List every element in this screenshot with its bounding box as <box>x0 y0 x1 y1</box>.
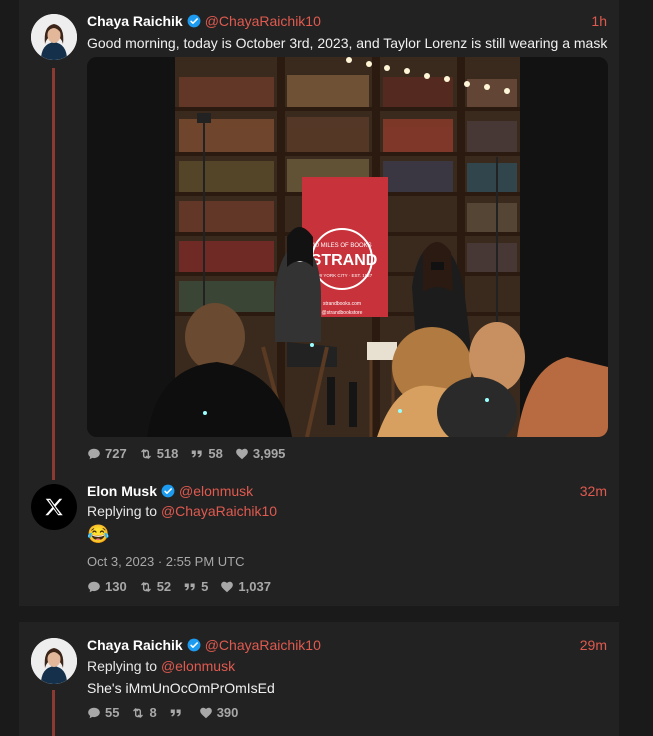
like-count[interactable]: 390 <box>199 705 239 720</box>
tweet-date[interactable]: Oct 3, 2023 · 2:55 PM UTC <box>87 554 245 569</box>
retweet-count-value: 518 <box>156 446 179 461</box>
like-count-value: 1,037 <box>238 579 271 594</box>
retweet-icon <box>131 706 145 720</box>
avatar[interactable] <box>31 484 77 530</box>
quote-icon <box>190 447 204 461</box>
tweet-text: Good morning, today is October 3rd, 2023… <box>87 35 608 51</box>
tweet-text: She's iMmUnOcOmPrOmIsEd <box>87 680 275 696</box>
bookstore-event-photo: 10 MILES OF BOOKS STRAND NEW YORK CITY ·… <box>87 57 608 437</box>
tweet-stats: 727 518 58 3,995 <box>87 446 285 461</box>
retweet-icon <box>139 580 153 594</box>
banner-sub-text: NEW YORK CITY · EST. 1927 <box>312 273 373 278</box>
like-icon <box>199 706 213 720</box>
tweet-time[interactable]: 29m <box>580 637 607 653</box>
user-handle[interactable]: @elonmusk <box>179 483 253 499</box>
quote-icon <box>183 580 197 594</box>
avatar[interactable] <box>31 14 77 60</box>
quote-count-value: 58 <box>208 446 223 461</box>
quote-count-value: 5 <box>201 579 209 594</box>
reply-count-value: 130 <box>105 579 127 594</box>
reply-icon <box>87 706 101 720</box>
thread-card: Chaya Raichik @ChayaRaichik10 1h Good mo… <box>19 0 619 606</box>
reply-icon <box>87 580 101 594</box>
tweet-elon-reply[interactable]: Elon Musk @elonmusk 32m Replying to @Cha… <box>19 470 619 606</box>
replying-label: Replying to <box>87 503 158 519</box>
like-icon <box>235 447 249 461</box>
retweet-count[interactable]: 518 <box>139 446 179 461</box>
tweet-text: 😂 <box>87 524 110 544</box>
display-name[interactable]: Elon Musk <box>87 483 157 499</box>
retweet-count-value: 52 <box>156 579 172 594</box>
tweet-chaya-reply[interactable]: Chaya Raichik @ChayaRaichik10 29m Replyi… <box>19 622 619 736</box>
like-count-value: 3,995 <box>252 446 286 461</box>
tweet-header: Chaya Raichik @ChayaRaichik10 29m <box>87 636 607 654</box>
retweet-count[interactable]: 8 <box>131 705 157 720</box>
reply-count[interactable]: 727 <box>87 446 127 461</box>
replying-to-handle[interactable]: @ChayaRaichik10 <box>161 503 277 519</box>
replying-to-handle[interactable]: @elonmusk <box>161 658 235 674</box>
banner-handle-text: @strandbookstore <box>322 310 363 316</box>
display-name[interactable]: Chaya Raichik <box>87 637 183 653</box>
reply-count-value: 55 <box>105 705 120 720</box>
banner-top-text: 10 MILES OF BOOKS <box>312 243 371 249</box>
like-count[interactable]: 1,037 <box>220 579 271 594</box>
tweet-header: Elon Musk @elonmusk 32m <box>87 482 607 500</box>
user-handle[interactable]: @ChayaRaichik10 <box>205 637 321 653</box>
replying-to: Replying to @elonmusk <box>87 658 607 674</box>
verified-badge-icon <box>187 638 201 652</box>
tweet-header: Chaya Raichik @ChayaRaichik10 1h <box>87 12 607 30</box>
reply-count[interactable]: 130 <box>87 579 127 594</box>
reply-icon <box>87 447 101 461</box>
x-logo-icon <box>45 498 63 516</box>
tweet-stats: 130 52 5 1,037 <box>87 579 271 594</box>
like-count-value: 390 <box>216 705 239 720</box>
verified-badge-icon <box>161 484 175 498</box>
quote-count[interactable]: 5 <box>183 579 208 594</box>
thread-line <box>52 68 55 480</box>
avatar[interactable] <box>31 638 77 684</box>
retweet-count-value: 8 <box>149 705 157 720</box>
reply-count[interactable]: 55 <box>87 705 119 720</box>
tweet-time[interactable]: 32m <box>580 483 607 499</box>
tweet-time[interactable]: 1h <box>591 13 607 29</box>
tweet-photo[interactable]: 10 MILES OF BOOKS STRAND NEW YORK CITY ·… <box>87 57 608 437</box>
thread-line <box>52 690 55 736</box>
replying-label: Replying to <box>87 658 158 674</box>
banner-brand-text: STRAND <box>311 252 378 269</box>
verified-badge-icon <box>187 14 201 28</box>
banner-url-text: strandbooks.com <box>323 301 361 307</box>
user-handle[interactable]: @ChayaRaichik10 <box>205 13 321 29</box>
like-icon <box>220 580 234 594</box>
reply-count-value: 727 <box>105 446 127 461</box>
like-count[interactable]: 3,995 <box>235 446 286 461</box>
replying-to: Replying to @ChayaRaichik10 <box>87 503 607 519</box>
retweet-count[interactable]: 52 <box>139 579 171 594</box>
quote-count[interactable] <box>169 706 187 720</box>
quote-icon <box>169 706 183 720</box>
tweet-stats: 55 8 390 <box>87 705 238 720</box>
retweet-icon <box>139 447 153 461</box>
quote-count[interactable]: 58 <box>190 446 223 461</box>
tweet-chaya-original[interactable]: Chaya Raichik @ChayaRaichik10 1h Good mo… <box>19 0 619 480</box>
display-name[interactable]: Chaya Raichik <box>87 13 183 29</box>
reply-card: Chaya Raichik @ChayaRaichik10 29m Replyi… <box>19 622 619 736</box>
